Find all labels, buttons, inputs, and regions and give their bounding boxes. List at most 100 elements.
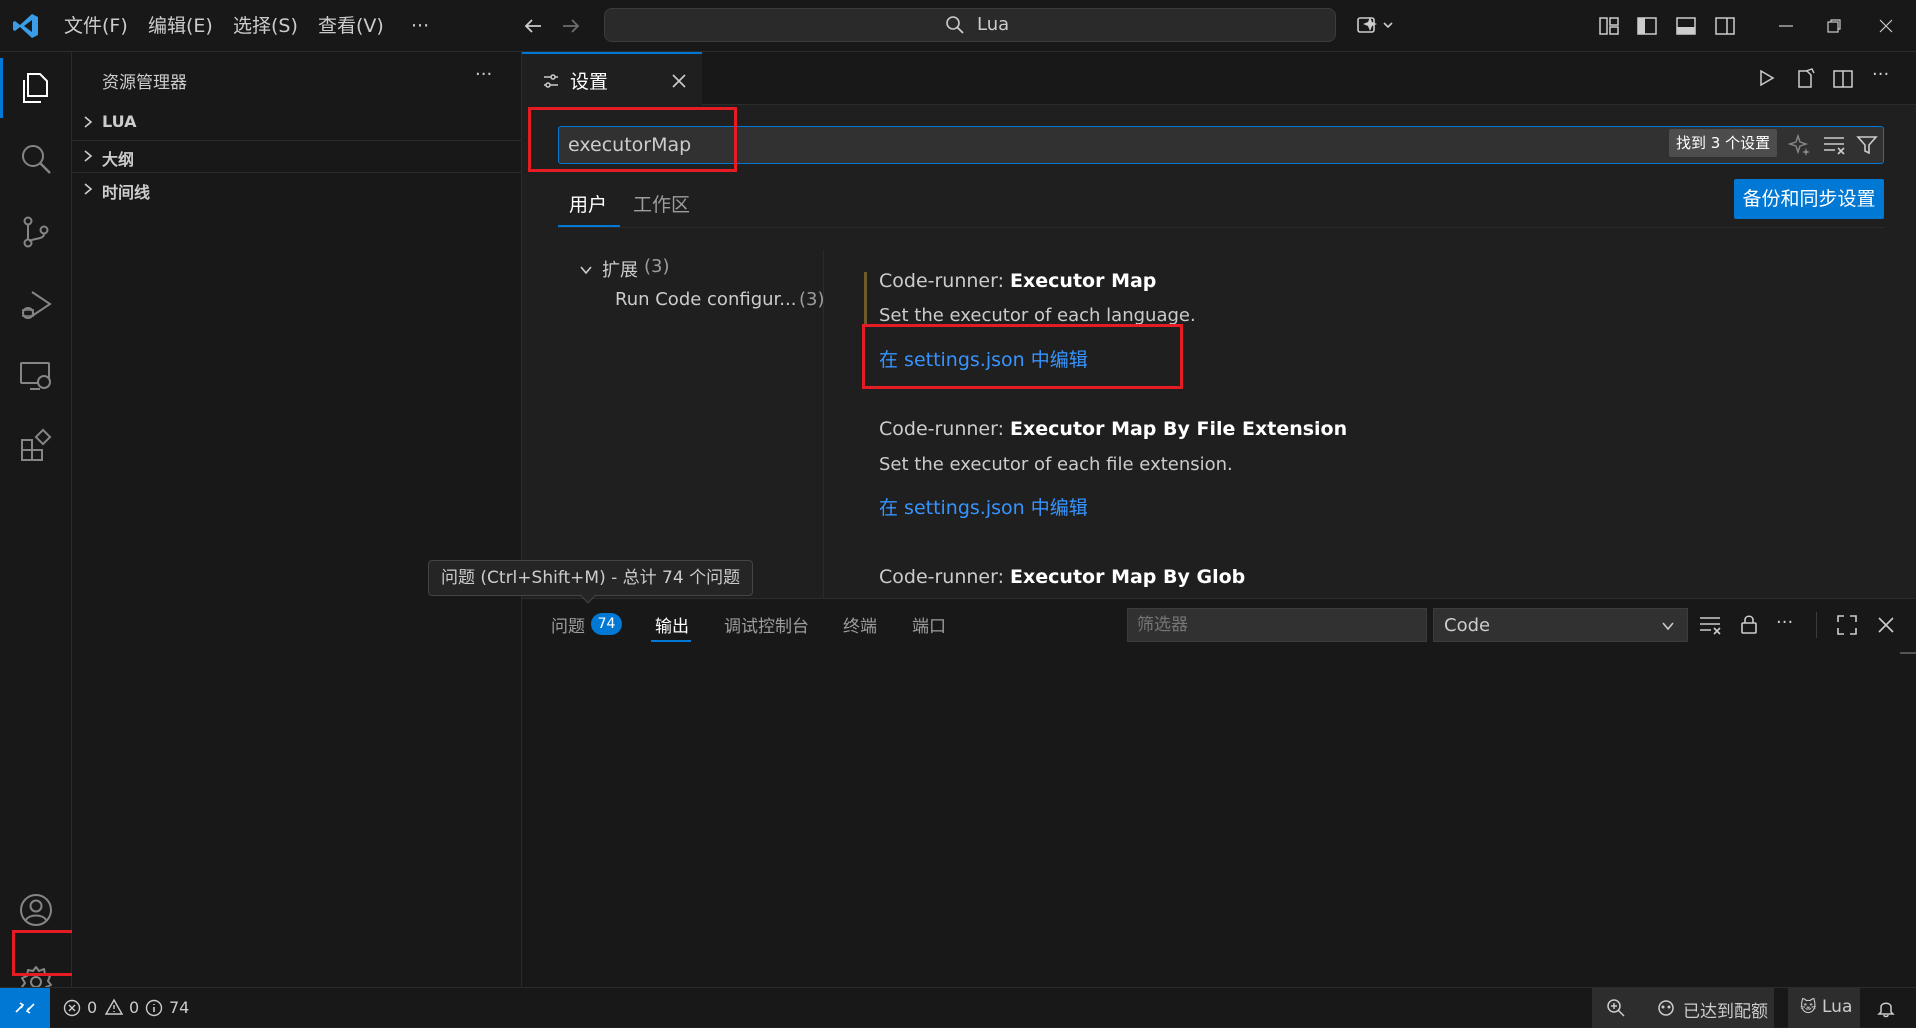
setting-description: Set the executor of each language.: [879, 305, 1196, 326]
close-tab-icon[interactable]: [670, 72, 688, 90]
panel-tab-output[interactable]: 输出: [655, 612, 689, 637]
explorer-icon[interactable]: [0, 54, 72, 122]
zoom-icon[interactable]: [1606, 998, 1626, 1018]
info-icon: [145, 999, 163, 1017]
section-label: 大纲: [102, 150, 135, 169]
panel-tab-debug-console[interactable]: 调试控制台: [724, 612, 809, 637]
link-highlight-box: [862, 324, 1183, 389]
menu-edit[interactable]: 编辑(E): [148, 0, 213, 52]
toc-item-run-code[interactable]: Run Code configur... (3): [615, 289, 825, 319]
tab-label: 设置: [570, 71, 609, 93]
section-label: 时间线: [102, 183, 151, 202]
extensions-icon[interactable]: [0, 412, 72, 480]
restore-icon[interactable]: [1824, 16, 1844, 36]
backup-sync-settings-button[interactable]: 备份和同步设置: [1734, 179, 1884, 219]
scope-divider: [558, 227, 1884, 228]
clear-output-icon[interactable]: [1698, 614, 1722, 636]
error-icon: [63, 999, 81, 1017]
run-icon[interactable]: [1756, 68, 1776, 88]
tab-user[interactable]: 用户: [569, 190, 607, 226]
tab-settings[interactable]: 设置: [522, 52, 702, 105]
command-center-text: Lua: [977, 14, 1010, 35]
remote-indicator[interactable]: [0, 988, 50, 1028]
status-bar: 0 0 74 已达到配额 🐱 Lua: [0, 987, 1916, 1028]
settings-found-count: 找到 3 个设置: [1669, 129, 1778, 157]
split-editor-icon[interactable]: [1832, 68, 1854, 90]
sidebar-more-button[interactable]: ···: [475, 64, 492, 85]
setting-title-executor-map-by-file-extension: Code-runner: Executor Map By File Extens…: [879, 418, 1348, 440]
panel-tab-ports[interactable]: 端口: [912, 612, 946, 637]
output-filter-input[interactable]: [1127, 608, 1427, 642]
panel-toolbar-divider: [1816, 612, 1817, 638]
copilot-status-icon: [1658, 1000, 1674, 1016]
output-channel-select[interactable]: Code: [1433, 608, 1688, 642]
search-icon: [945, 15, 965, 35]
toggle-secondary-sidebar-icon[interactable]: [1714, 15, 1736, 37]
chevron-right-icon: [84, 150, 93, 162]
section-timeline[interactable]: 时间线: [72, 173, 522, 205]
command-center-search[interactable]: Lua: [604, 8, 1336, 42]
modified-indicator: [864, 272, 867, 324]
search-highlight-box: [528, 107, 737, 172]
source-control-icon[interactable]: [0, 198, 72, 266]
setting-title-executor-map-by-glob: Code-runner: Executor Map By Glob: [879, 566, 1246, 588]
toc-group-count: (3): [644, 256, 670, 277]
problems-count-badge: 74: [591, 613, 622, 635]
ai-sparkle-icon[interactable]: [1788, 133, 1812, 157]
editor-more-button[interactable]: ···: [1872, 64, 1889, 85]
toc-divider: [823, 250, 824, 598]
toggle-primary-sidebar-icon[interactable]: [1636, 15, 1658, 37]
edit-in-settings-json-link[interactable]: 在 settings.json 中编辑: [879, 493, 1088, 520]
panel-tab-problems[interactable]: 问题: [551, 612, 585, 637]
toc-item-count: (3): [799, 289, 825, 310]
section-outline[interactable]: 大纲: [72, 140, 522, 172]
info-count[interactable]: 74: [169, 998, 189, 1017]
error-count[interactable]: 0: [87, 998, 97, 1017]
remote-explorer-icon[interactable]: [0, 342, 72, 410]
output-channel-value: Code: [1444, 615, 1491, 636]
explorer-sidebar: 资源管理器 ··· LUA 大纲 时间线: [72, 52, 522, 987]
open-settings-json-icon[interactable]: [1794, 68, 1816, 90]
warning-icon: [104, 998, 124, 1015]
clear-search-icon[interactable]: [1822, 134, 1846, 156]
chevron-down-icon: [1662, 622, 1674, 631]
close-panel-icon[interactable]: [1876, 615, 1896, 635]
setting-title-executor-map: Code-runner: Executor Map: [879, 270, 1157, 292]
scrollbar-thumb[interactable]: [1900, 652, 1916, 654]
menu-more[interactable]: ···: [411, 0, 429, 52]
editor-tab-bar: 设置 ···: [522, 52, 1916, 105]
panel-more-button[interactable]: ···: [1776, 612, 1793, 633]
close-window-icon[interactable]: [1876, 16, 1896, 36]
search-view-icon[interactable]: [0, 126, 72, 194]
warning-count[interactable]: 0: [129, 998, 139, 1017]
language-mode[interactable]: Lua: [1822, 997, 1852, 1017]
copilot-icon[interactable]: [1356, 14, 1394, 38]
toc-group-extensions[interactable]: 扩展 (3): [576, 256, 826, 286]
menu-view[interactable]: 查看(V): [318, 0, 384, 52]
notifications-bell-icon[interactable]: [1876, 998, 1896, 1018]
run-debug-icon[interactable]: [0, 270, 72, 338]
settings-sliders-icon: [544, 74, 558, 88]
toggle-panel-icon[interactable]: [1675, 15, 1697, 37]
vscode-logo-icon: [12, 12, 40, 40]
panel-tab-terminal[interactable]: 终端: [843, 612, 877, 637]
filter-icon[interactable]: [1856, 134, 1878, 156]
sidebar-title: 资源管理器: [102, 73, 187, 93]
section-label: LUA: [102, 112, 137, 131]
chevron-down-icon: [580, 266, 592, 275]
section-lua[interactable]: LUA: [72, 106, 522, 138]
nav-back-icon[interactable]: [522, 15, 544, 37]
maximize-panel-icon[interactable]: [1836, 614, 1858, 636]
active-panel-underline: [651, 640, 691, 642]
menu-selection[interactable]: 选择(S): [233, 0, 298, 52]
minimize-icon[interactable]: [1776, 16, 1796, 36]
nav-forward-icon[interactable]: [560, 15, 582, 37]
lock-scroll-icon[interactable]: [1738, 613, 1760, 635]
customize-layout-icon[interactable]: [1598, 15, 1620, 37]
activity-bar: [0, 52, 83, 998]
menu-file[interactable]: 文件(F): [64, 0, 128, 52]
remote-icon: [15, 1002, 35, 1014]
toc-item-label: Run Code configur...: [615, 289, 797, 310]
quota-status[interactable]: 已达到配额: [1683, 997, 1768, 1022]
tab-workspace[interactable]: 工作区: [633, 190, 690, 226]
